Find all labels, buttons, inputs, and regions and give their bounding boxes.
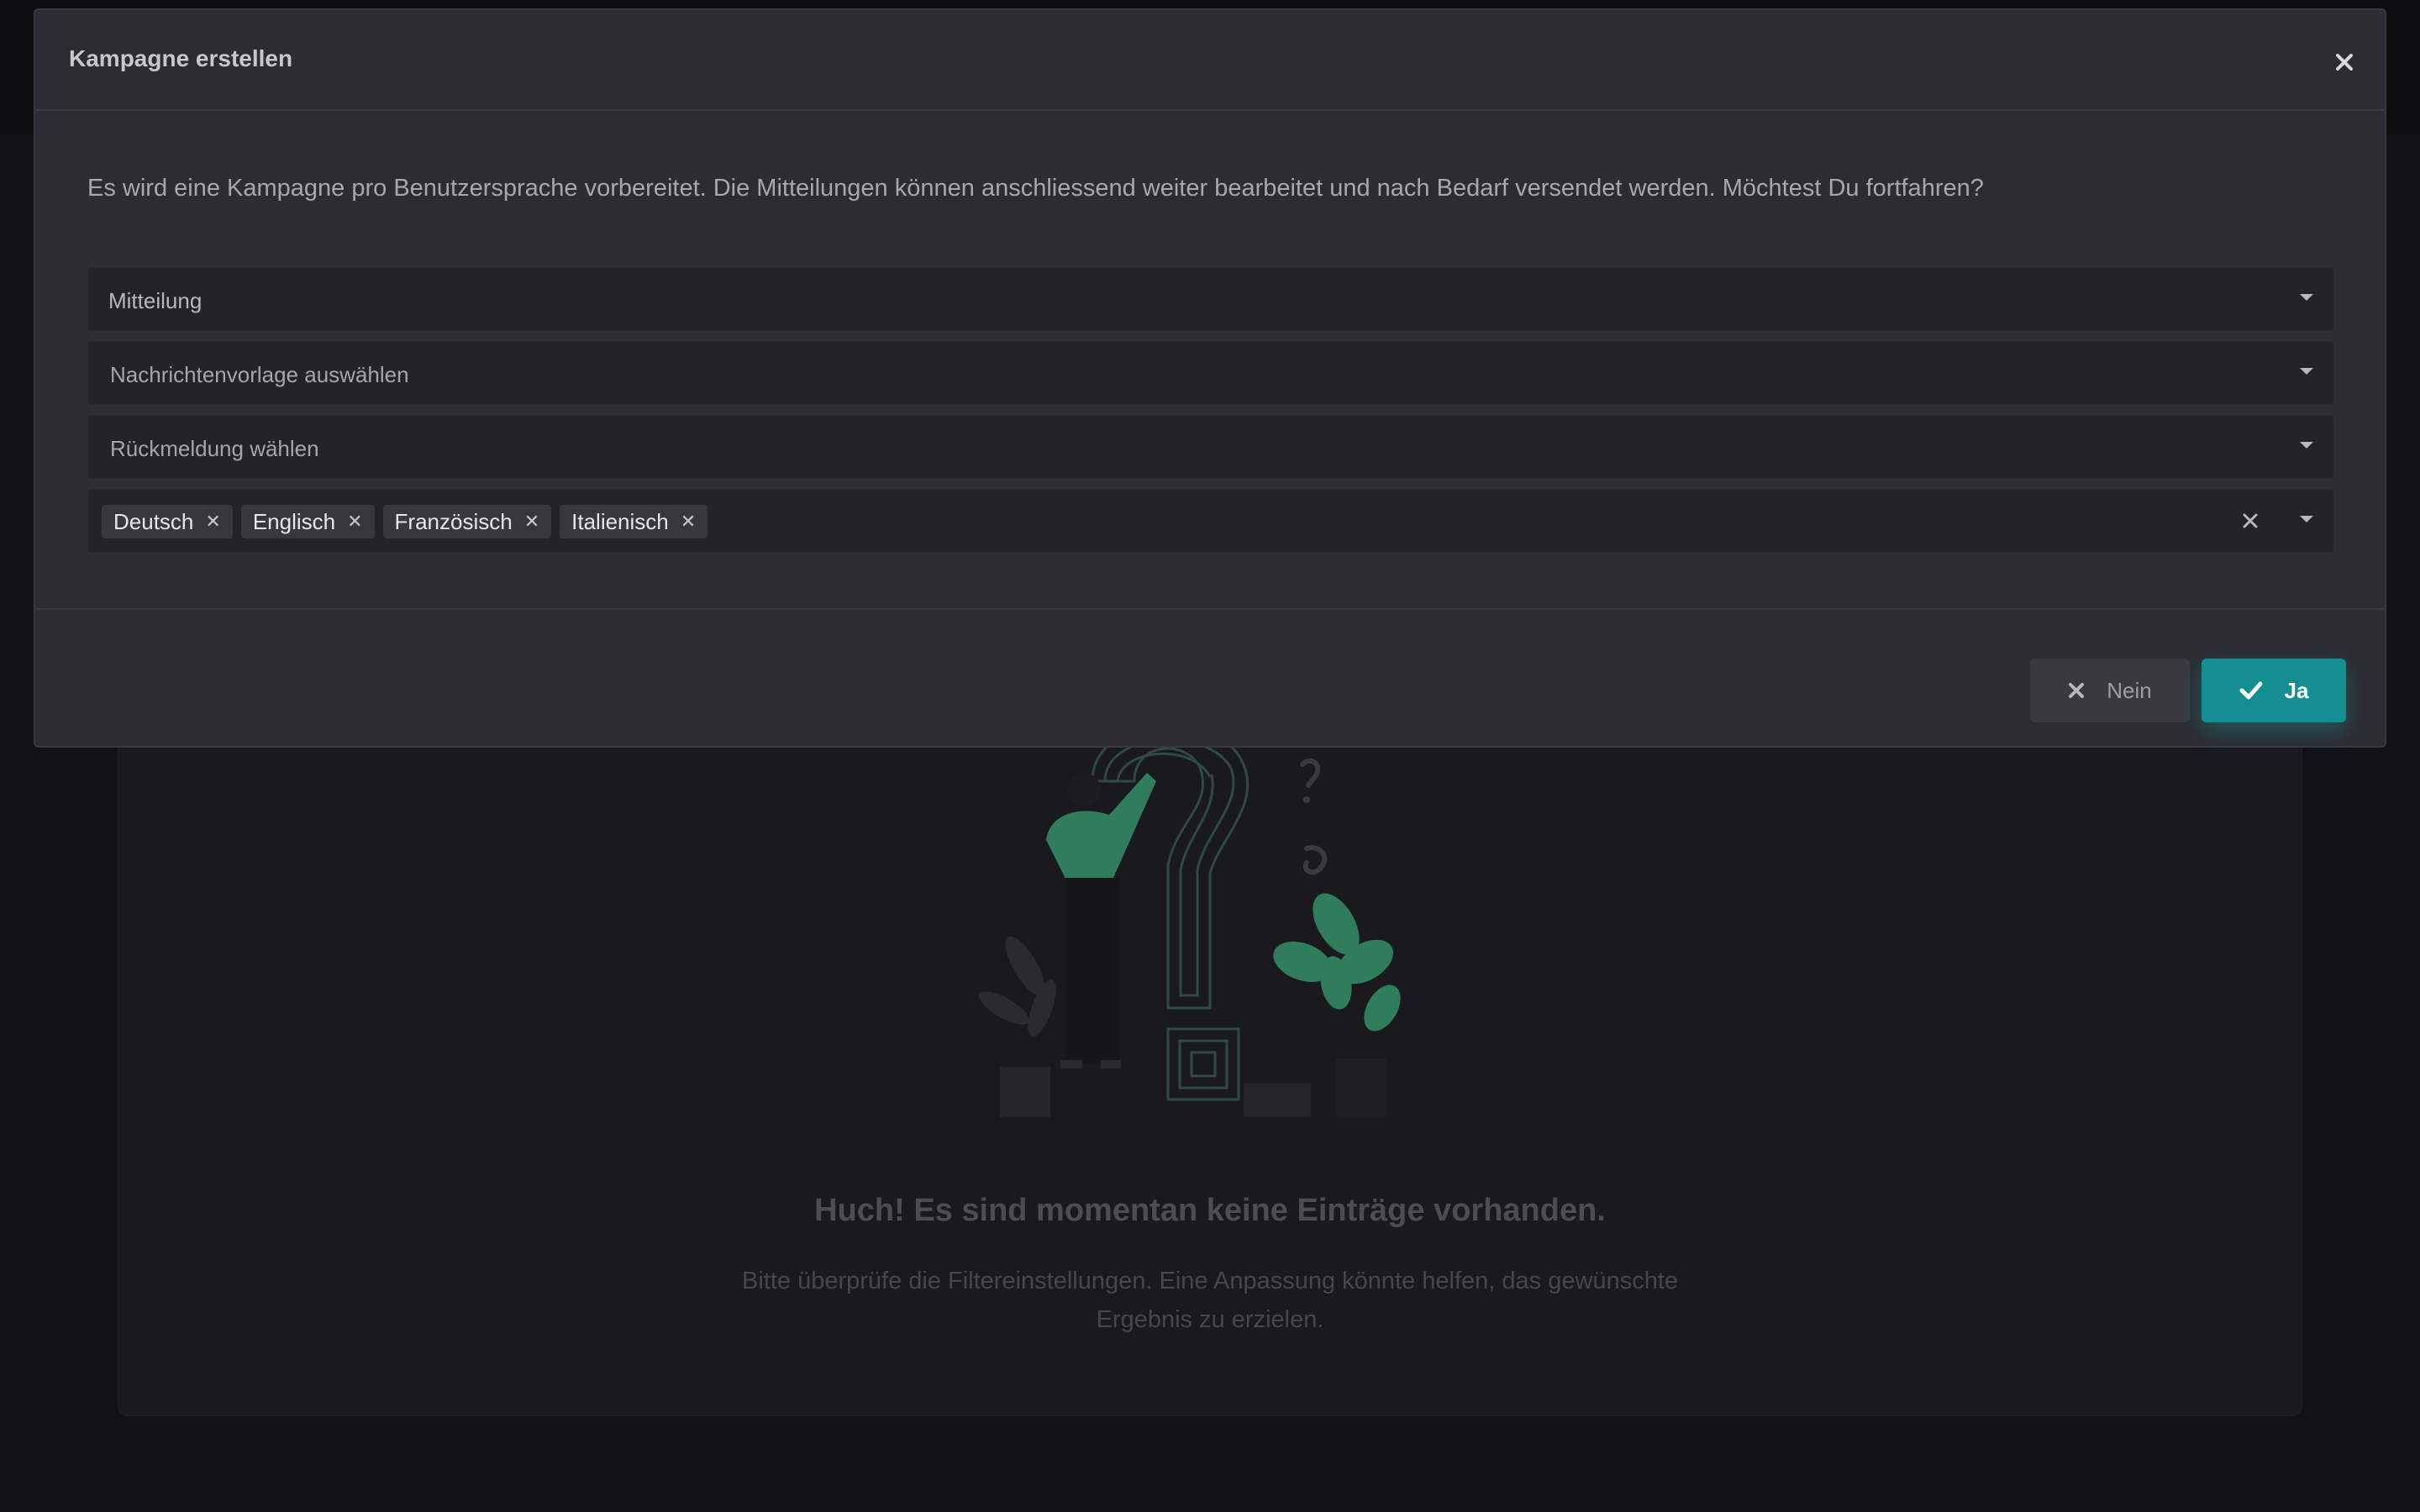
- language-tag-label: Deutsch: [113, 508, 194, 534]
- modal-header: Kampagne erstellen: [35, 10, 2385, 111]
- remove-tag-icon[interactable]: ✕: [681, 511, 696, 533]
- feedback-select-placeholder: Rückmeldung wählen: [110, 436, 319, 461]
- no-button-label: Nein: [2107, 677, 2152, 703]
- no-button[interactable]: Nein: [2030, 659, 2190, 722]
- template-select[interactable]: Nachrichtenvorlage auswählen: [87, 341, 2334, 405]
- language-multiselect[interactable]: Deutsch ✕ Englisch ✕ Französisch ✕ Itali…: [87, 489, 2334, 553]
- chevron-down-icon: [2300, 294, 2313, 301]
- check-icon: [2239, 681, 2263, 700]
- language-tag-label: Englisch: [252, 508, 336, 534]
- feedback-select[interactable]: Rückmeldung wählen: [87, 415, 2334, 479]
- remove-tag-icon[interactable]: ✕: [524, 511, 539, 533]
- x-icon: [2069, 683, 2085, 698]
- close-icon: [2336, 54, 2353, 71]
- remove-tag-icon[interactable]: ✕: [347, 511, 362, 533]
- language-tag: Englisch ✕: [240, 505, 375, 538]
- language-tag: Französisch ✕: [382, 505, 552, 538]
- empty-state-illustration: [978, 731, 1401, 1117]
- clear-icon: [2243, 513, 2258, 528]
- type-select-value: Mitteilung: [108, 288, 203, 313]
- clear-all-button[interactable]: [2238, 508, 2263, 533]
- language-tag: Deutsch ✕: [102, 505, 233, 538]
- modal-title: Kampagne erstellen: [69, 45, 293, 71]
- language-tag-label: Italienisch: [571, 508, 669, 534]
- language-tag-label: Französisch: [394, 508, 513, 534]
- yes-button[interactable]: Ja: [2202, 659, 2346, 722]
- empty-state-text: Bitte überprüfe die Filtereinstellungen.…: [741, 1268, 1679, 1333]
- close-button[interactable]: [2328, 45, 2361, 79]
- chevron-down-icon: [2300, 516, 2313, 522]
- type-select[interactable]: Mitteilung: [87, 267, 2334, 331]
- chevron-down-icon: [2300, 368, 2313, 375]
- yes-button-label: Ja: [2284, 677, 2309, 703]
- modal-footer: Nein Ja: [35, 608, 2385, 748]
- language-tag: Italienisch ✕: [560, 505, 708, 538]
- language-tags: Deutsch ✕ Englisch ✕ Französisch ✕ Itali…: [102, 505, 708, 538]
- chevron-down-icon: [2300, 442, 2313, 449]
- modal-description: Es wird eine Kampagne pro Benutzersprach…: [87, 175, 1984, 202]
- empty-state-title: Huch! Es sind momentan keine Einträge vo…: [814, 1193, 1606, 1228]
- remove-tag-icon[interactable]: ✕: [205, 511, 220, 533]
- template-select-placeholder: Nachrichtenvorlage auswählen: [110, 362, 409, 387]
- create-campaign-modal: Kampagne erstellen Es wird eine Kampagne…: [34, 8, 2386, 748]
